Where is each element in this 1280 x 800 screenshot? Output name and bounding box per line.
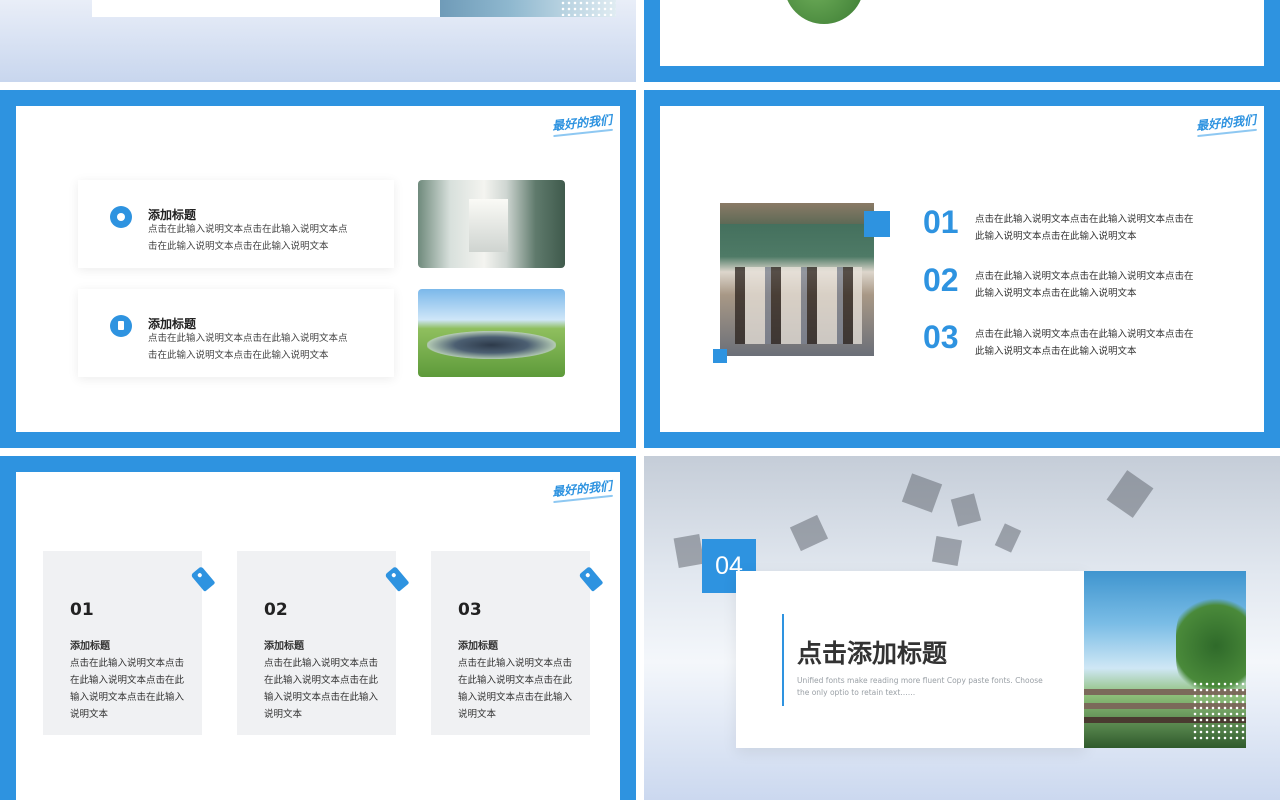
- step-title: 添加标题: [458, 641, 498, 652]
- step-number: 03: [458, 600, 482, 620]
- slide-canvas: 最好的我们 添加标题 点击在此输入说明文本点击在此输入说明文本点击在此输入说明文…: [16, 106, 620, 432]
- logo: 最好的我们: [551, 112, 613, 134]
- step-text: 点击在此输入说明文本点击在此输入说明文本点击在此输入说明文本点击在此输入说明文本: [458, 658, 573, 720]
- item-text: 点击在此输入说明文本点击在此输入说明文本点击在此输入说明文本点击在此输入说明文本: [975, 329, 1194, 357]
- accent-square-small: [713, 349, 727, 363]
- slide-canvas: 最好的我们 01 点击在此输入说明文本点击在此输入说明文本点击在此输入说明文本点…: [660, 106, 1264, 432]
- section-subtitle: Unified fonts make reading more fluent C…: [797, 676, 1043, 697]
- step-card: 01 添加标题 点击在此输入说明文本点击在此输入说明文本点击在此输入说明文本点击…: [43, 551, 202, 735]
- step-title: 添加标题: [70, 641, 110, 652]
- document-icon: [110, 315, 132, 337]
- slide-thumbnail-5[interactable]: 最好的我们 01 添加标题 点击在此输入说明文本点击在此输入说明文本点击在此输入…: [0, 456, 636, 800]
- graduation-cap-icon: [931, 535, 963, 567]
- item-number: 02: [923, 262, 959, 298]
- feature-card: 添加标题 点击在此输入说明文本点击在此输入说明文本点击在此输入说明文本点击在此输…: [78, 289, 394, 377]
- field-photo: [418, 289, 565, 377]
- slide-thumbnail-4[interactable]: 最好的我们 01 点击在此输入说明文本点击在此输入说明文本点击在此输入说明文本点…: [644, 90, 1280, 448]
- slide-thumbnail-1[interactable]: [0, 0, 636, 82]
- step-number: 01: [70, 600, 94, 620]
- section-title: 点击添加标题: [797, 639, 948, 668]
- target-icon: [110, 206, 132, 228]
- corridor-photo: [418, 180, 565, 268]
- step-number: 02: [264, 600, 288, 620]
- slide-thumbnail-2[interactable]: [644, 0, 1280, 82]
- title-card: 点击添加标题 Unified fonts make reading more f…: [736, 571, 1086, 748]
- item-number: 03: [923, 319, 959, 355]
- item-number: 01: [923, 204, 959, 240]
- accent-line: [782, 614, 784, 706]
- step-text: 点击在此输入说明文本点击在此输入说明文本点击在此输入说明文本点击在此输入说明文本: [70, 658, 185, 720]
- slide-thumbnail-6[interactable]: 04 点击添加标题 Unified fonts make reading mor…: [644, 456, 1280, 800]
- logo: 最好的我们: [551, 478, 613, 500]
- dot-pattern: [560, 0, 616, 16]
- logo: 最好的我们: [1195, 112, 1257, 134]
- slide-canvas: 最好的我们 01 添加标题 点击在此输入说明文本点击在此输入说明文本点击在此输入…: [16, 472, 620, 800]
- card-text: 点击在此输入说明文本点击在此输入说明文本点击在此输入说明文本点击在此输入说明文本: [148, 224, 348, 252]
- feature-card: 添加标题 点击在此输入说明文本点击在此输入说明文本点击在此输入说明文本点击在此输…: [78, 180, 394, 268]
- step-title: 添加标题: [264, 641, 304, 652]
- item-text: 点击在此输入说明文本点击在此输入说明文本点击在此输入说明文本点击在此输入说明文本: [975, 271, 1194, 299]
- classroom-photo: [720, 203, 874, 356]
- graduation-cap-icon: [673, 533, 705, 569]
- white-card: [92, 0, 442, 17]
- card-text: 点击在此输入说明文本点击在此输入说明文本点击在此输入说明文本点击在此输入说明文本: [148, 333, 348, 361]
- step-text: 点击在此输入说明文本点击在此输入说明文本点击在此输入说明文本点击在此输入说明文本: [264, 658, 379, 720]
- step-card: 02 添加标题 点击在此输入说明文本点击在此输入说明文本点击在此输入说明文本点击…: [237, 551, 396, 735]
- accent-square: [864, 211, 890, 237]
- slide-canvas: [660, 0, 1264, 66]
- dot-pattern: [1192, 681, 1246, 741]
- slide-thumbnail-3[interactable]: 最好的我们 添加标题 点击在此输入说明文本点击在此输入说明文本点击在此输入说明文…: [0, 90, 636, 448]
- item-text: 点击在此输入说明文本点击在此输入说明文本点击在此输入说明文本点击在此输入说明文本: [975, 214, 1194, 242]
- step-card: 03 添加标题 点击在此输入说明文本点击在此输入说明文本点击在此输入说明文本点击…: [431, 551, 590, 735]
- circular-photo: [784, 0, 864, 24]
